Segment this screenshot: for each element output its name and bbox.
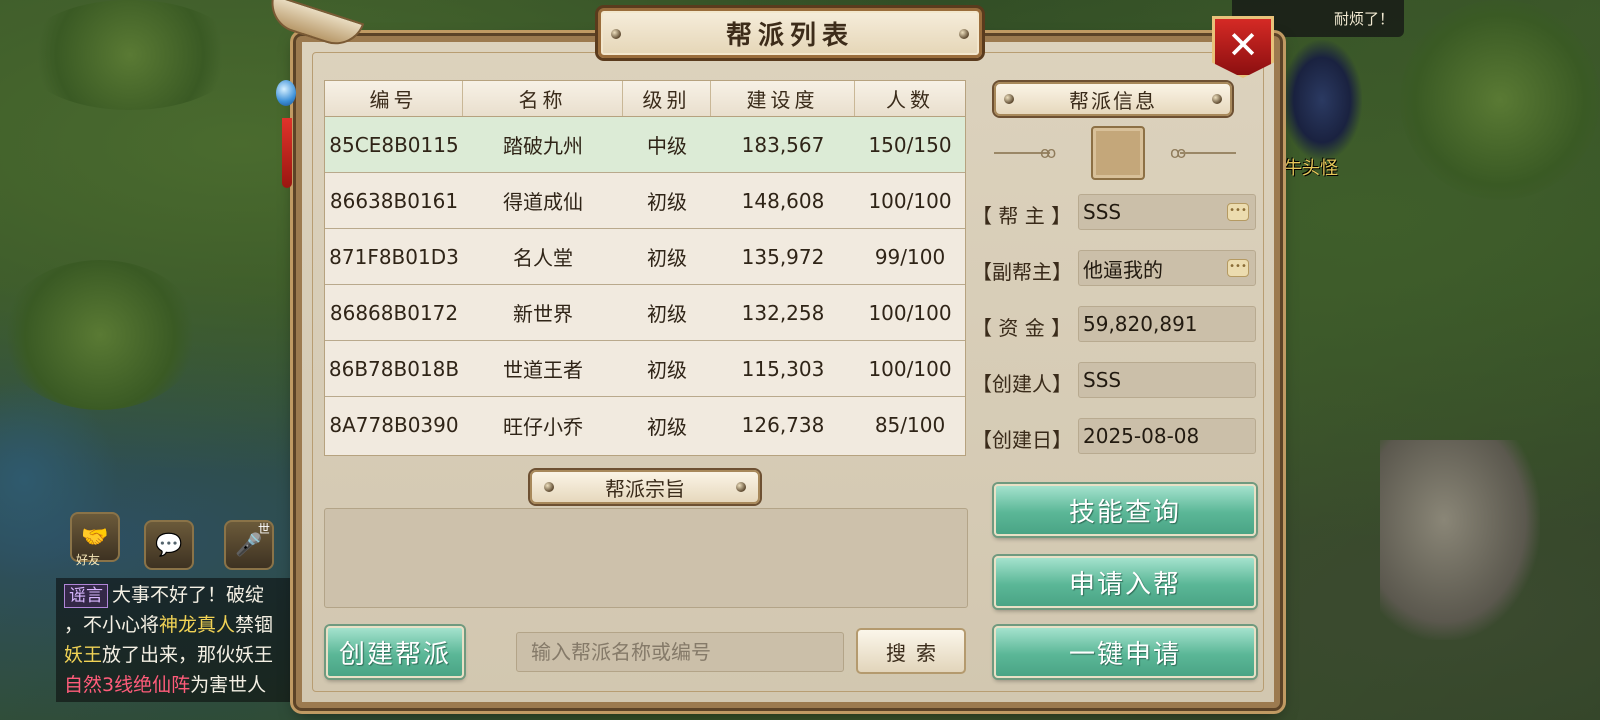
- cell-members: 100/100: [868, 300, 952, 325]
- skill-query-button[interactable]: 技能查询: [994, 484, 1256, 536]
- table-row[interactable]: 871F8B01D3 名人堂 初级 135,972 99/100: [325, 229, 965, 285]
- cell-construction: 132,258: [741, 300, 825, 325]
- funds-label: 【 资 金 】: [972, 316, 1072, 340]
- dialog-title-plate: 帮派列表: [598, 8, 982, 58]
- cell-members: 85/100: [874, 413, 946, 437]
- cell-level: 初级: [647, 190, 687, 214]
- creator-label: 【创建人】: [972, 372, 1072, 396]
- message-icon[interactable]: •••: [1227, 203, 1249, 221]
- vice-leader-value: 他逼我的 •••: [1078, 250, 1256, 286]
- cell-members: 100/100: [868, 356, 952, 381]
- leader-label: 【 帮 主 】: [972, 204, 1072, 228]
- leader-value: SSS •••: [1078, 194, 1256, 230]
- chat-button[interactable]: 💬: [144, 520, 194, 570]
- guild-table: 编号 名称 级别 建设度 人数 85CE8B0115 踏破九州 中级 183,5…: [324, 80, 966, 456]
- apply-join-button[interactable]: 申请入帮: [994, 556, 1256, 608]
- cell-name: 世道王者: [503, 358, 583, 382]
- cell-construction: 183,567: [741, 132, 825, 157]
- scroll-curl-icon: ꝏ: [1040, 143, 1057, 162]
- guild-emblem: [1091, 126, 1145, 180]
- guild-motto-header: 帮派宗旨: [530, 470, 760, 504]
- chat-log[interactable]: 谣言 大事不好了！破绽 ，不小心将神龙真人禁锢 妖王放了出来，那伙妖王 自然3线绝…: [56, 578, 306, 702]
- chat-line: 谣言 大事不好了！破绽: [64, 580, 298, 610]
- close-x-icon: ✕: [1227, 23, 1259, 67]
- table-row[interactable]: 85CE8B0115 踏破九州 中级 183,567 150/150: [325, 117, 965, 173]
- cell-members: 150/150: [868, 132, 952, 157]
- create-guild-button[interactable]: 创建帮派: [326, 626, 464, 678]
- col-header-members: 人数: [886, 88, 934, 112]
- vice-leader-label: 【副帮主】: [972, 260, 1072, 284]
- npc-name[interactable]: 牛头怪: [1284, 154, 1338, 180]
- guild-search-input[interactable]: [516, 632, 844, 672]
- divider-line: [1180, 152, 1236, 154]
- cell-construction: 135,972: [741, 244, 825, 269]
- guild-motto-text: [324, 508, 968, 608]
- cell-level: 初级: [647, 302, 687, 326]
- created-date-value: 2025-08-08: [1078, 418, 1256, 454]
- chat-line: 自然3线绝仙阵为害世人: [64, 674, 267, 696]
- cell-name: 得道成仙: [503, 190, 583, 214]
- cell-name: 旺仔小乔: [503, 414, 583, 439]
- npc-figure[interactable]: [1282, 40, 1362, 160]
- chat-line: ，不小心将神龙真人禁锢: [64, 614, 274, 636]
- handshake-icon: 🤝: [81, 524, 109, 550]
- creator-value: SSS: [1078, 362, 1256, 398]
- cell-id: 8A778B0390: [329, 413, 459, 437]
- chat-line: 妖王放了出来，那伙妖王: [64, 644, 274, 666]
- cell-name: 踏破九州: [503, 134, 583, 158]
- cell-id: 86B78B018B: [328, 356, 460, 381]
- cell-level: 中级: [647, 134, 687, 158]
- col-header-name: 名称: [463, 81, 623, 116]
- cell-construction: 126,738: [741, 413, 825, 437]
- quick-apply-button[interactable]: 一键申请: [994, 626, 1256, 678]
- cell-level: 初级: [647, 358, 687, 382]
- tree-foliage: [20, 0, 240, 110]
- created-date-label: 【创建日】: [972, 428, 1072, 452]
- voice-button[interactable]: 🎤 世: [224, 520, 274, 570]
- cell-members: 99/100: [874, 244, 946, 269]
- table-row[interactable]: 86868B0172 新世界 初级 132,258 100/100: [325, 285, 965, 341]
- rumor-tag: 谣言: [64, 584, 108, 608]
- speech-bubble-icon: 💬: [155, 532, 183, 558]
- rivet: [544, 482, 554, 492]
- table-row[interactable]: 8A778B0390 旺仔小乔 初级 126,738 85/100: [325, 397, 965, 453]
- col-header-construction: 建设度: [711, 81, 855, 116]
- voice-channel-badge: 世: [257, 522, 270, 536]
- message-icon[interactable]: •••: [1227, 259, 1249, 277]
- cell-name: 新世界: [513, 302, 573, 326]
- search-button[interactable]: 搜索: [856, 628, 966, 674]
- col-header-level: 级别: [623, 81, 711, 116]
- rock: [1380, 440, 1540, 640]
- cell-level: 初级: [647, 414, 687, 439]
- table-header: 编号 名称 级别 建设度 人数: [325, 81, 965, 117]
- cell-construction: 148,608: [741, 188, 825, 213]
- tassel-ornament: [282, 118, 292, 188]
- tree-foliage: [0, 260, 200, 410]
- cell-construction: 115,303: [741, 356, 825, 381]
- dialog-title: 帮派列表: [725, 20, 854, 51]
- cell-id: 85CE8B0115: [329, 132, 459, 157]
- rivet: [1004, 94, 1014, 104]
- cell-id: 86638B0161: [329, 188, 459, 213]
- cell-members: 100/100: [868, 188, 952, 213]
- table-row[interactable]: 86638B0161 得道成仙 初级 148,608 100/100: [325, 173, 965, 229]
- rivet: [1212, 94, 1222, 104]
- rivet: [736, 482, 746, 492]
- table-row[interactable]: 86B78B018B 世道王者 初级 115,303 100/100: [325, 341, 965, 397]
- funds-value: 59,820,891: [1078, 306, 1256, 342]
- rivet: [611, 29, 621, 39]
- rivet: [959, 29, 969, 39]
- cell-id: 871F8B01D3: [329, 244, 459, 269]
- cell-level: 初级: [647, 246, 687, 270]
- friends-label: 好友: [76, 553, 101, 567]
- jade-bead-ornament: [276, 80, 296, 106]
- cell-name: 名人堂: [513, 246, 573, 270]
- col-header-id: 编号: [325, 81, 463, 116]
- cell-id: 86868B0172: [329, 300, 459, 325]
- guild-info-header: 帮派信息: [994, 82, 1232, 116]
- tree-foliage: [1400, 0, 1600, 200]
